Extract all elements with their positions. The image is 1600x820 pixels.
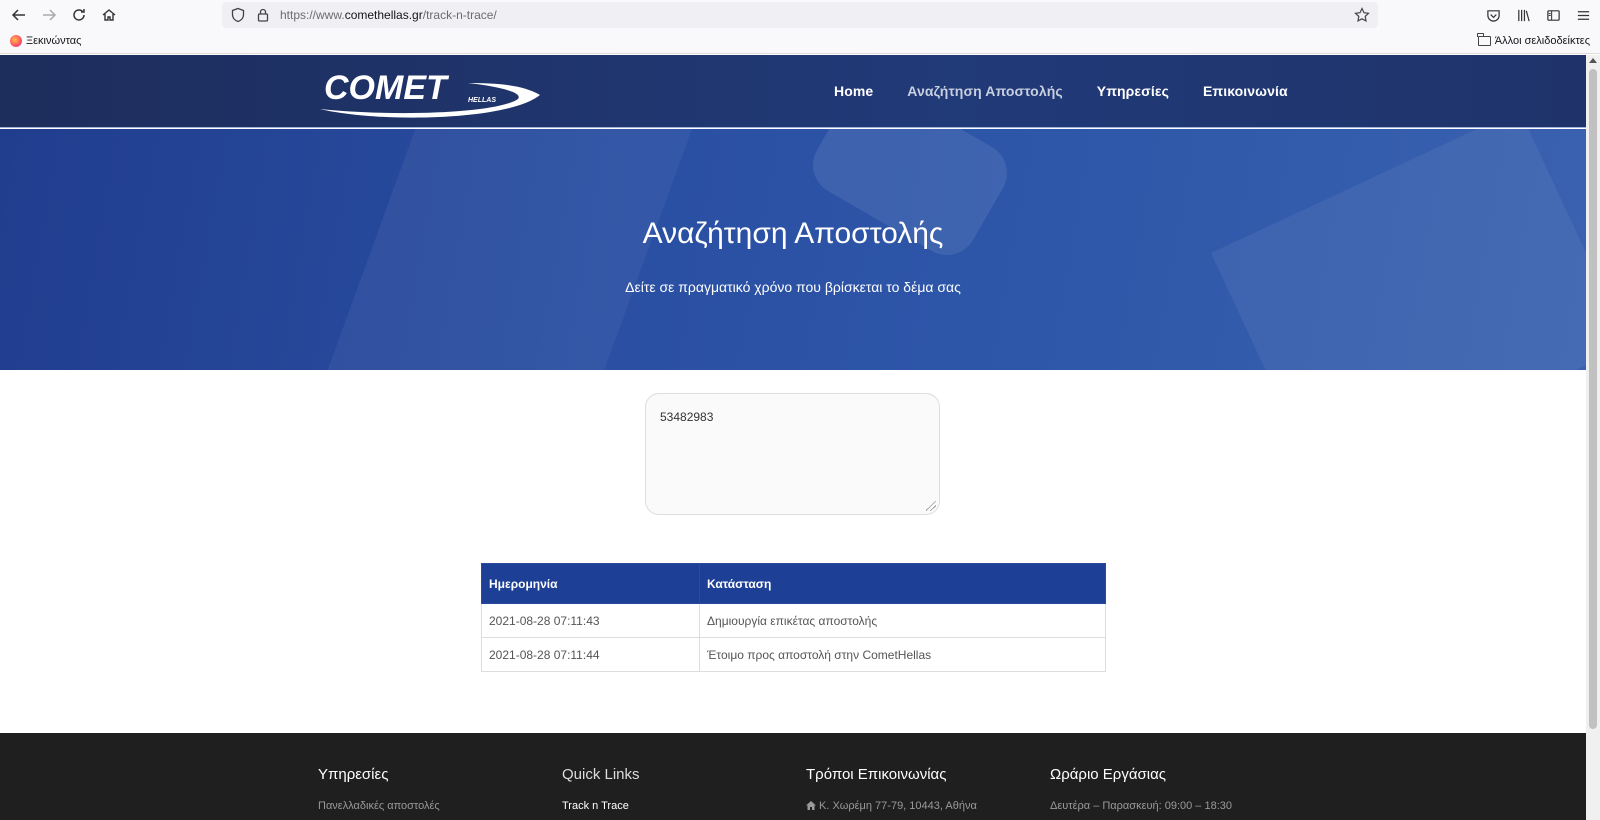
page-subtitle: Δείτε σε πραγματικό χρόνο που βρίσκεται … bbox=[625, 279, 961, 295]
nav-track-shipment[interactable]: Αναζήτηση Αποστολής bbox=[907, 83, 1062, 99]
column-header-date: Ημερομηνία bbox=[481, 563, 700, 604]
row-status: Έτοιμο προς αποστολή στην CometHellas bbox=[699, 637, 1106, 672]
footer-heading: Ωράριο Εργάσιας bbox=[1050, 766, 1166, 783]
bookmark-label: Ξεκινώντας bbox=[26, 35, 82, 47]
bookmarks-bar: Ξεκινώντας Άλλοι σελιδοδείκτες bbox=[0, 30, 1600, 54]
address-text: Κ. Χωρέμη 77-79, 10443, Αθήνα bbox=[819, 800, 977, 812]
folder-icon bbox=[1477, 33, 1491, 46]
resize-handle[interactable] bbox=[926, 501, 936, 511]
tracking-results-table: Ημερομηνία Κατάσταση 2021-08-28 07:11:43… bbox=[481, 563, 1106, 672]
nav-services[interactable]: Υπηρεσίες bbox=[1097, 83, 1169, 99]
page-scrollbar[interactable] bbox=[1586, 55, 1600, 820]
footer-heading: Quick Links bbox=[562, 766, 640, 783]
pocket-icon[interactable] bbox=[1484, 6, 1502, 24]
footer-link[interactable]: Track n Trace bbox=[562, 800, 629, 812]
forward-button[interactable] bbox=[34, 0, 64, 30]
main-nav: Home Αναζήτηση Αποστολής Υπηρεσίες Επικο… bbox=[834, 83, 1288, 99]
footer-heading: Υπηρεσίες bbox=[318, 766, 389, 783]
sidebar-icon[interactable] bbox=[1544, 6, 1562, 24]
other-bookmarks-label: Άλλοι σελιδοδείκτες bbox=[1494, 35, 1590, 47]
table-header-row: Ημερομηνία Κατάσταση bbox=[481, 563, 1106, 604]
footer-hours-text: Δευτέρα – Παρασκευή: 09:00 – 18:30 bbox=[1050, 800, 1233, 812]
url-text: https://www.comethellas.gr/track-n-trace… bbox=[280, 8, 497, 22]
svg-text:COMET: COMET bbox=[324, 69, 450, 107]
page-viewport: COMET HELLAS Home Αναζήτηση Αποστολής Υπ… bbox=[0, 55, 1586, 820]
tracking-number-input[interactable]: 53482983 bbox=[645, 393, 940, 515]
column-header-status: Κατάσταση bbox=[699, 563, 1106, 604]
reload-button[interactable] bbox=[64, 0, 94, 30]
shield-icon[interactable] bbox=[230, 7, 246, 23]
lock-icon[interactable] bbox=[256, 8, 270, 22]
back-button[interactable] bbox=[4, 0, 34, 30]
arrow-right-icon bbox=[43, 9, 57, 21]
reload-icon bbox=[73, 9, 85, 21]
browser-toolbar: https://www.comethellas.gr/track-n-trace… bbox=[0, 0, 1600, 30]
footer-address: Κ. Χωρέμη 77-79, 10443, Αθήνα bbox=[806, 800, 977, 812]
firefox-icon bbox=[10, 35, 22, 47]
arrow-left-icon bbox=[11, 9, 25, 21]
table-row: 2021-08-28 07:11:44 Έτοιμο προς αποστολή… bbox=[481, 637, 1106, 672]
footer-heading: Τρόποι Επικοινωνίας bbox=[806, 766, 947, 783]
nav-home[interactable]: Home bbox=[834, 83, 873, 99]
site-footer: Υπηρεσίες Πανελλαδικές αποστολές Quick L… bbox=[0, 733, 1586, 820]
address-bar[interactable]: https://www.comethellas.gr/track-n-trace… bbox=[222, 2, 1378, 28]
bookmark-getting-started[interactable]: Ξεκινώντας bbox=[10, 35, 81, 47]
page-title: Αναζήτηση Αποστολής bbox=[642, 217, 944, 250]
library-icon[interactable] bbox=[1514, 6, 1532, 24]
row-date: 2021-08-28 07:11:43 bbox=[481, 603, 700, 638]
comet-hellas-logo[interactable]: COMET HELLAS bbox=[318, 65, 543, 121]
hero-banner: Αναζήτηση Αποστολής Δείτε σε πραγματικό … bbox=[0, 129, 1586, 370]
scrollbar-thumb[interactable] bbox=[1589, 69, 1597, 729]
site-header: COMET HELLAS Home Αναζήτηση Αποστολής Υπ… bbox=[0, 55, 1586, 128]
home-button[interactable] bbox=[94, 0, 124, 30]
menu-icon[interactable] bbox=[1574, 6, 1592, 24]
other-bookmarks[interactable]: Άλλοι σελιδοδείκτες bbox=[1477, 33, 1590, 47]
scroll-up-arrow[interactable] bbox=[1589, 58, 1597, 63]
star-icon[interactable] bbox=[1354, 7, 1370, 23]
footer-link[interactable]: Πανελλαδικές αποστολές bbox=[318, 800, 440, 812]
home-icon bbox=[806, 801, 816, 810]
table-row: 2021-08-28 07:11:43 Δημιουργία επικέτας … bbox=[481, 603, 1106, 638]
svg-text:HELLAS: HELLAS bbox=[468, 97, 496, 104]
row-status: Δημιουργία επικέτας αποστολής bbox=[699, 603, 1106, 638]
home-icon bbox=[102, 9, 116, 21]
row-date: 2021-08-28 07:11:44 bbox=[481, 637, 700, 672]
nav-contact[interactable]: Επικοινωνία bbox=[1203, 83, 1288, 99]
